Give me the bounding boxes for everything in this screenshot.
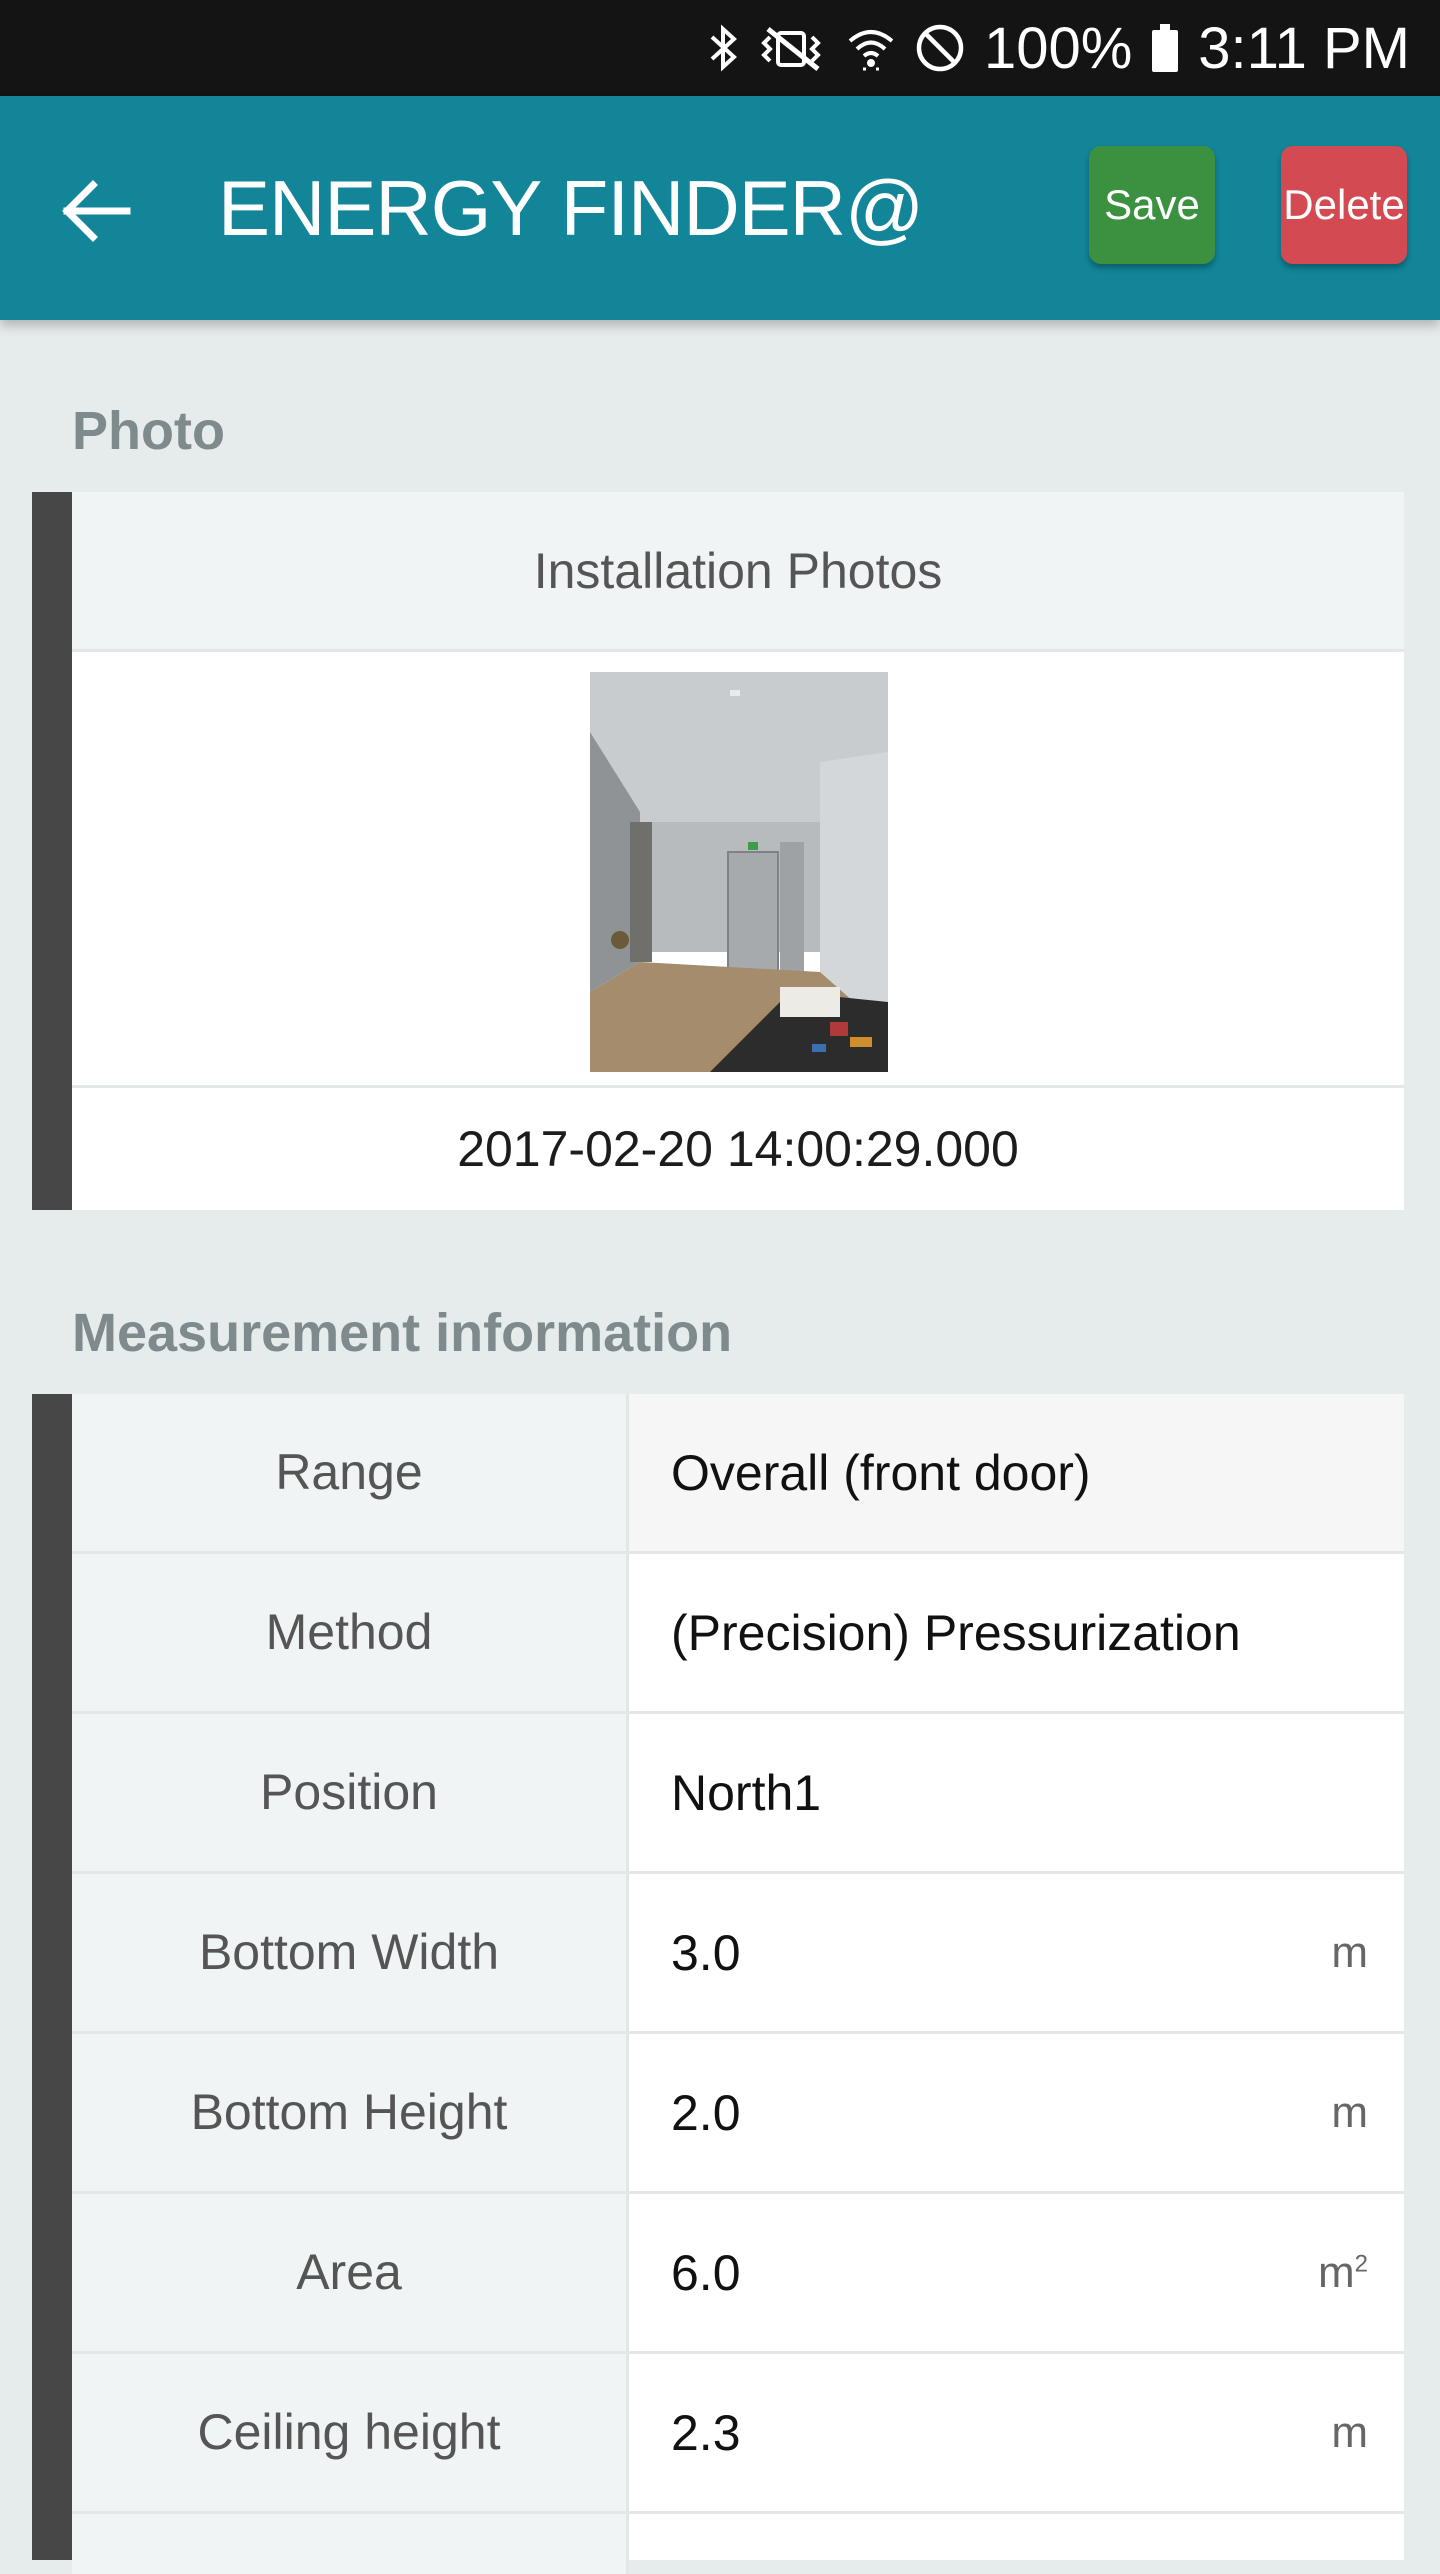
bluetooth-icon xyxy=(708,23,738,73)
range-select[interactable]: Overall (front door) xyxy=(629,1394,1404,1551)
photo-timestamp: 2017-02-20 14:00:29.000 xyxy=(457,1121,1019,1177)
measurement-card: Range Overall (front door) Method (Preci… xyxy=(32,1394,1404,2574)
measurement-section-title: Measurement information xyxy=(72,1303,733,1363)
method-field[interactable]: (Precision) Pressurization xyxy=(629,1554,1404,1711)
installation-photo-thumbnail[interactable] xyxy=(590,672,888,1072)
battery-icon xyxy=(1150,22,1180,74)
bottom-width-label: Bottom Width xyxy=(72,1874,629,2031)
save-button[interactable]: Save xyxy=(1089,146,1215,264)
area-unit: m2 xyxy=(1318,2248,1368,2298)
range-value: Overall (front door) xyxy=(671,1444,1091,1501)
area-unit-exponent: 2 xyxy=(1354,2249,1368,2277)
bottom-height-label: Bottom Height xyxy=(72,2034,629,2191)
method-label: Method xyxy=(72,1554,629,1711)
position-row: Position North1 xyxy=(72,1714,1404,1874)
clock: 3:11 PM xyxy=(1198,15,1410,81)
photo-area xyxy=(72,652,1404,1088)
bottom-width-unit: m xyxy=(1331,1927,1368,1977)
area-unit-base: m xyxy=(1317,2247,1355,2297)
next-row-value[interactable] xyxy=(629,2514,1404,2574)
bottom-width-row: Bottom Width 3.0 m xyxy=(72,1874,1404,2034)
photo-card: Installation Photos 2017-02-20 14:00:29.… xyxy=(32,492,1404,1210)
position-value: North1 xyxy=(671,1764,822,1821)
ceiling-height-label: Ceiling height xyxy=(72,2354,629,2511)
app-bar: ENERGY FINDER@ Save Delete xyxy=(0,96,1440,320)
back-arrow-icon xyxy=(62,180,131,242)
bottom-height-value: 2.0 xyxy=(671,2084,741,2141)
back-button[interactable] xyxy=(40,156,150,266)
bottom-width-value: 3.0 xyxy=(671,1924,741,1981)
bottom-width-input[interactable]: 3.0 m xyxy=(629,1874,1404,2031)
do-not-disturb-icon xyxy=(914,22,966,74)
range-row: Range Overall (front door) xyxy=(72,1394,1404,1554)
ceiling-height-value: 2.3 xyxy=(671,2404,741,2461)
status-bar: 100% 3:11 PM xyxy=(0,0,1440,96)
bottom-height-input[interactable]: 2.0 m xyxy=(629,2034,1404,2191)
bottom-height-row: Bottom Height 2.0 m xyxy=(72,2034,1404,2194)
position-label: Position xyxy=(72,1714,629,1871)
app-title: ENERGY FINDER@ xyxy=(218,164,924,252)
next-row-partial xyxy=(72,2514,1404,2574)
delete-button[interactable]: Delete xyxy=(1281,146,1407,264)
area-input[interactable]: 6.0 m2 xyxy=(629,2194,1404,2351)
position-field[interactable]: North1 xyxy=(629,1714,1404,1871)
bottom-height-unit: m xyxy=(1331,2087,1368,2137)
range-label: Range xyxy=(72,1394,629,1551)
next-row-label xyxy=(72,2514,629,2574)
method-value: (Precision) Pressurization xyxy=(671,1604,1241,1661)
ceiling-height-row: Ceiling height 2.3 m xyxy=(72,2354,1404,2514)
ceiling-height-input[interactable]: 2.3 m xyxy=(629,2354,1404,2511)
vibrate-icon xyxy=(756,23,828,73)
battery-percent: 100% xyxy=(983,15,1133,81)
ceiling-height-unit: m xyxy=(1331,2407,1368,2457)
photo-section-title: Photo xyxy=(72,401,225,461)
method-row: Method (Precision) Pressurization xyxy=(72,1554,1404,1714)
wifi-icon xyxy=(846,23,896,73)
area-label: Area xyxy=(72,2194,629,2351)
area-value: 6.0 xyxy=(671,2244,741,2301)
area-row: Area 6.0 m2 xyxy=(72,2194,1404,2354)
status-icons: 100% 3:11 PM xyxy=(708,0,1410,96)
installation-photos-header: Installation Photos xyxy=(72,492,1404,652)
